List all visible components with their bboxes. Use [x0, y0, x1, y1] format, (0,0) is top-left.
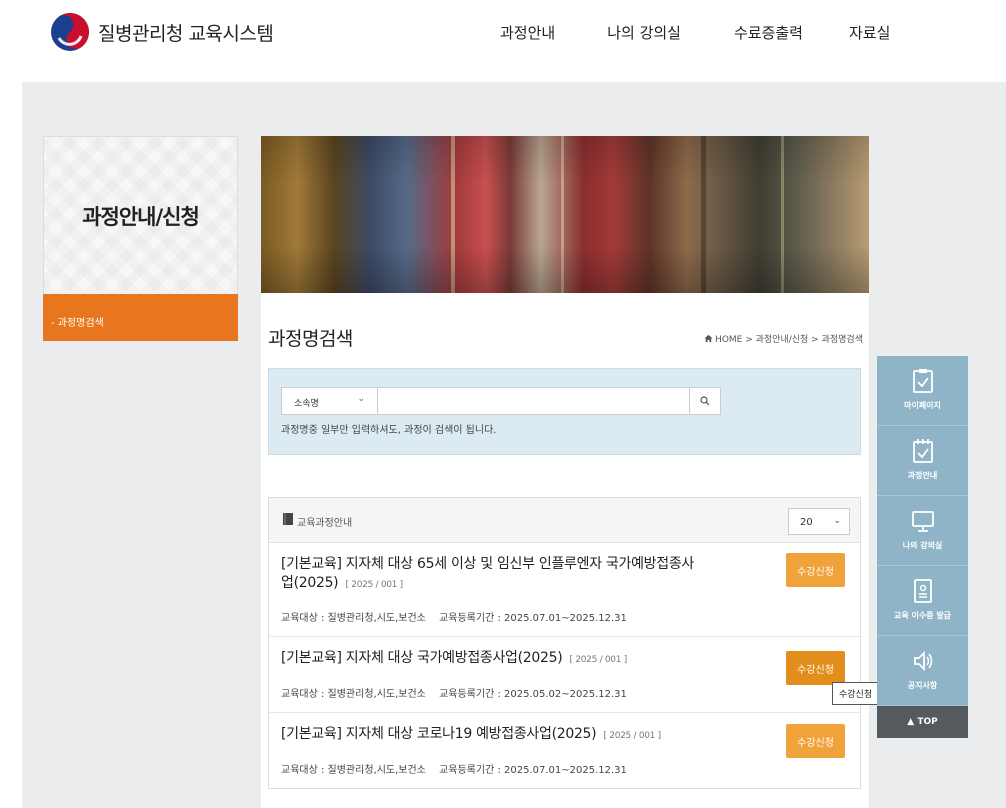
course-row: [기본교육] 지자체 대상 65세 이상 및 임신부 인플루엔자 국가예방접종사…: [269, 543, 860, 637]
search-category-select[interactable]: 소속명 ⌄: [281, 387, 377, 415]
quick-menu-certificate[interactable]: 교육 이수증 발급: [877, 566, 968, 636]
search-button[interactable]: [689, 387, 721, 415]
main-nav: 과정안내 나의 강의실 수료증출력 자료실: [500, 22, 890, 43]
apply-button[interactable]: 수강신청: [786, 651, 845, 685]
course-title[interactable]: [기본교육] 지자체 대상 코로나19 예방접종사업(2025) [ 2025 …: [281, 725, 701, 746]
quick-menu-course-info[interactable]: 과정안내: [877, 426, 968, 496]
sidebar-item-course-search[interactable]: - 과정명검색: [43, 294, 238, 341]
course-title[interactable]: [기본교육] 지자체 대상 65세 이상 및 임신부 인플루엔자 국가예방접종사…: [281, 555, 701, 595]
quick-menu-mypage[interactable]: 마이페이지: [877, 356, 968, 426]
search-icon: [700, 396, 710, 406]
course-code: [ 2025 / 001 ]: [345, 580, 404, 590]
course-target: 교육대상 : 질병관리청,시도,보건소: [281, 689, 426, 700]
search-input[interactable]: [377, 387, 689, 415]
sidebar-title: 과정안내/신청: [82, 204, 200, 229]
speaker-icon: [913, 650, 932, 672]
search-hint: 과정명중 일부만 입력하셔도, 과정이 검색이 됩니다.: [281, 425, 497, 436]
course-period: 교육등록기간 : 2025.07.01~2025.12.31: [439, 613, 627, 624]
quick-menu-label: 교육 이수증 발급: [893, 611, 952, 620]
course-target: 교육대상 : 질병관리청,시도,보건소: [281, 613, 426, 624]
scroll-top-button[interactable]: ▲ TOP: [877, 706, 968, 738]
monitor-icon: [911, 511, 934, 532]
chevron-down-icon: ⌄: [833, 516, 841, 526]
course-code: [ 2025 / 001 ]: [569, 655, 628, 665]
header: 질병관리청 교육시스템 과정안내 나의 강의실 수료증출력 자료실: [0, 0, 1006, 82]
search-panel: 소속명 ⌄ 과정명중 일부만 입력하셔도, 과정이 검색이 됩니다.: [268, 368, 861, 455]
search-category-value: 소속명: [294, 399, 319, 409]
quick-menu-my-classroom[interactable]: 나의 강의실: [877, 496, 968, 566]
course-meta: 교육대상 : 질병관리청,시도,보건소 교육등록기간 : 2025.07.01~…: [281, 761, 627, 776]
sidebar-title-box: 과정안내/신청: [43, 136, 238, 294]
course-meta: 교육대상 : 질병관리청,시도,보건소 교육등록기간 : 2025.05.02~…: [281, 685, 627, 700]
home-icon: [704, 334, 713, 343]
course-target: 교육대상 : 질병관리청,시도,보건소: [281, 765, 426, 776]
checklist-icon: [912, 369, 933, 393]
logo[interactable]: 질병관리청 교육시스템: [50, 12, 274, 52]
quick-menu-label: 나의 강의실: [902, 541, 943, 550]
apply-tooltip: 수강신청: [832, 682, 880, 705]
page-size-value: 20: [800, 517, 813, 528]
course-period: 교육등록기간 : 2025.07.01~2025.12.31: [439, 765, 627, 776]
breadcrumb-text: HOME > 과정안내/신청 > 과정명검색: [715, 335, 863, 345]
course-row: [기본교육] 지자체 대상 국가예방접종사업(2025) [ 2025 / 00…: [269, 637, 860, 713]
course-code: [ 2025 / 001 ]: [603, 731, 662, 741]
calendar-check-icon: [912, 439, 933, 463]
main-content: 과정명검색 HOME > 과정안내/신청 > 과정명검색 소속명 ⌄ 과정명중 …: [261, 136, 869, 808]
course-period: 교육등록기간 : 2025.05.02~2025.12.31: [439, 689, 627, 700]
course-title-text: [기본교육] 지자체 대상 65세 이상 및 임신부 인플루엔자 국가예방접종사…: [281, 556, 694, 591]
chevron-down-icon: ⌄: [357, 394, 365, 404]
quick-menu: 마이페이지 과정안내 나의 강의실 교육 이수증 발급 공지사항 ▲ TOP: [877, 356, 968, 738]
quick-menu-label: 마이페이지: [904, 401, 941, 410]
quick-menu-label: 공지사항: [907, 681, 938, 690]
logo-text: 질병관리청 교육시스템: [98, 22, 274, 45]
breadcrumb: HOME > 과정안내/신청 > 과정명검색: [704, 332, 863, 345]
course-title-text: [기본교육] 지자체 대상 국가예방접종사업(2025): [281, 650, 563, 666]
course-title[interactable]: [기본교육] 지자체 대상 국가예방접종사업(2025) [ 2025 / 00…: [281, 649, 701, 670]
course-title-text: [기본교육] 지자체 대상 코로나19 예방접종사업(2025): [281, 726, 597, 742]
quick-menu-label: 과정안내: [907, 471, 938, 480]
nav-course-info[interactable]: 과정안내: [500, 22, 555, 43]
banner-image: [261, 136, 869, 293]
nav-certificate-print[interactable]: 수료증출력: [734, 22, 803, 43]
course-meta: 교육대상 : 질병관리청,시도,보건소 교육등록기간 : 2025.07.01~…: [281, 609, 627, 624]
course-panel-header: 교육과정안내 20 ⌄: [269, 498, 860, 543]
apply-button[interactable]: 수강신청: [786, 724, 845, 758]
quick-menu-notice[interactable]: 공지사항: [877, 636, 968, 706]
page-size-select[interactable]: 20 ⌄: [788, 508, 850, 535]
taegeuk-logo-icon: [51, 13, 89, 51]
course-panel-title: 교육과정안내: [297, 518, 353, 529]
apply-button[interactable]: 수강신청: [786, 553, 845, 587]
course-row: [기본교육] 지자체 대상 코로나19 예방접종사업(2025) [ 2025 …: [269, 713, 860, 789]
certificate-icon: [913, 579, 932, 603]
nav-resources[interactable]: 자료실: [849, 22, 890, 43]
page-title: 과정명검색: [268, 328, 353, 350]
course-list-panel: 교육과정안내 20 ⌄ [기본교육] 지자체 대상 65세 이상 및 임신부 인…: [268, 497, 861, 789]
nav-my-classroom[interactable]: 나의 강의실: [607, 22, 681, 43]
book-icon: [283, 513, 293, 525]
